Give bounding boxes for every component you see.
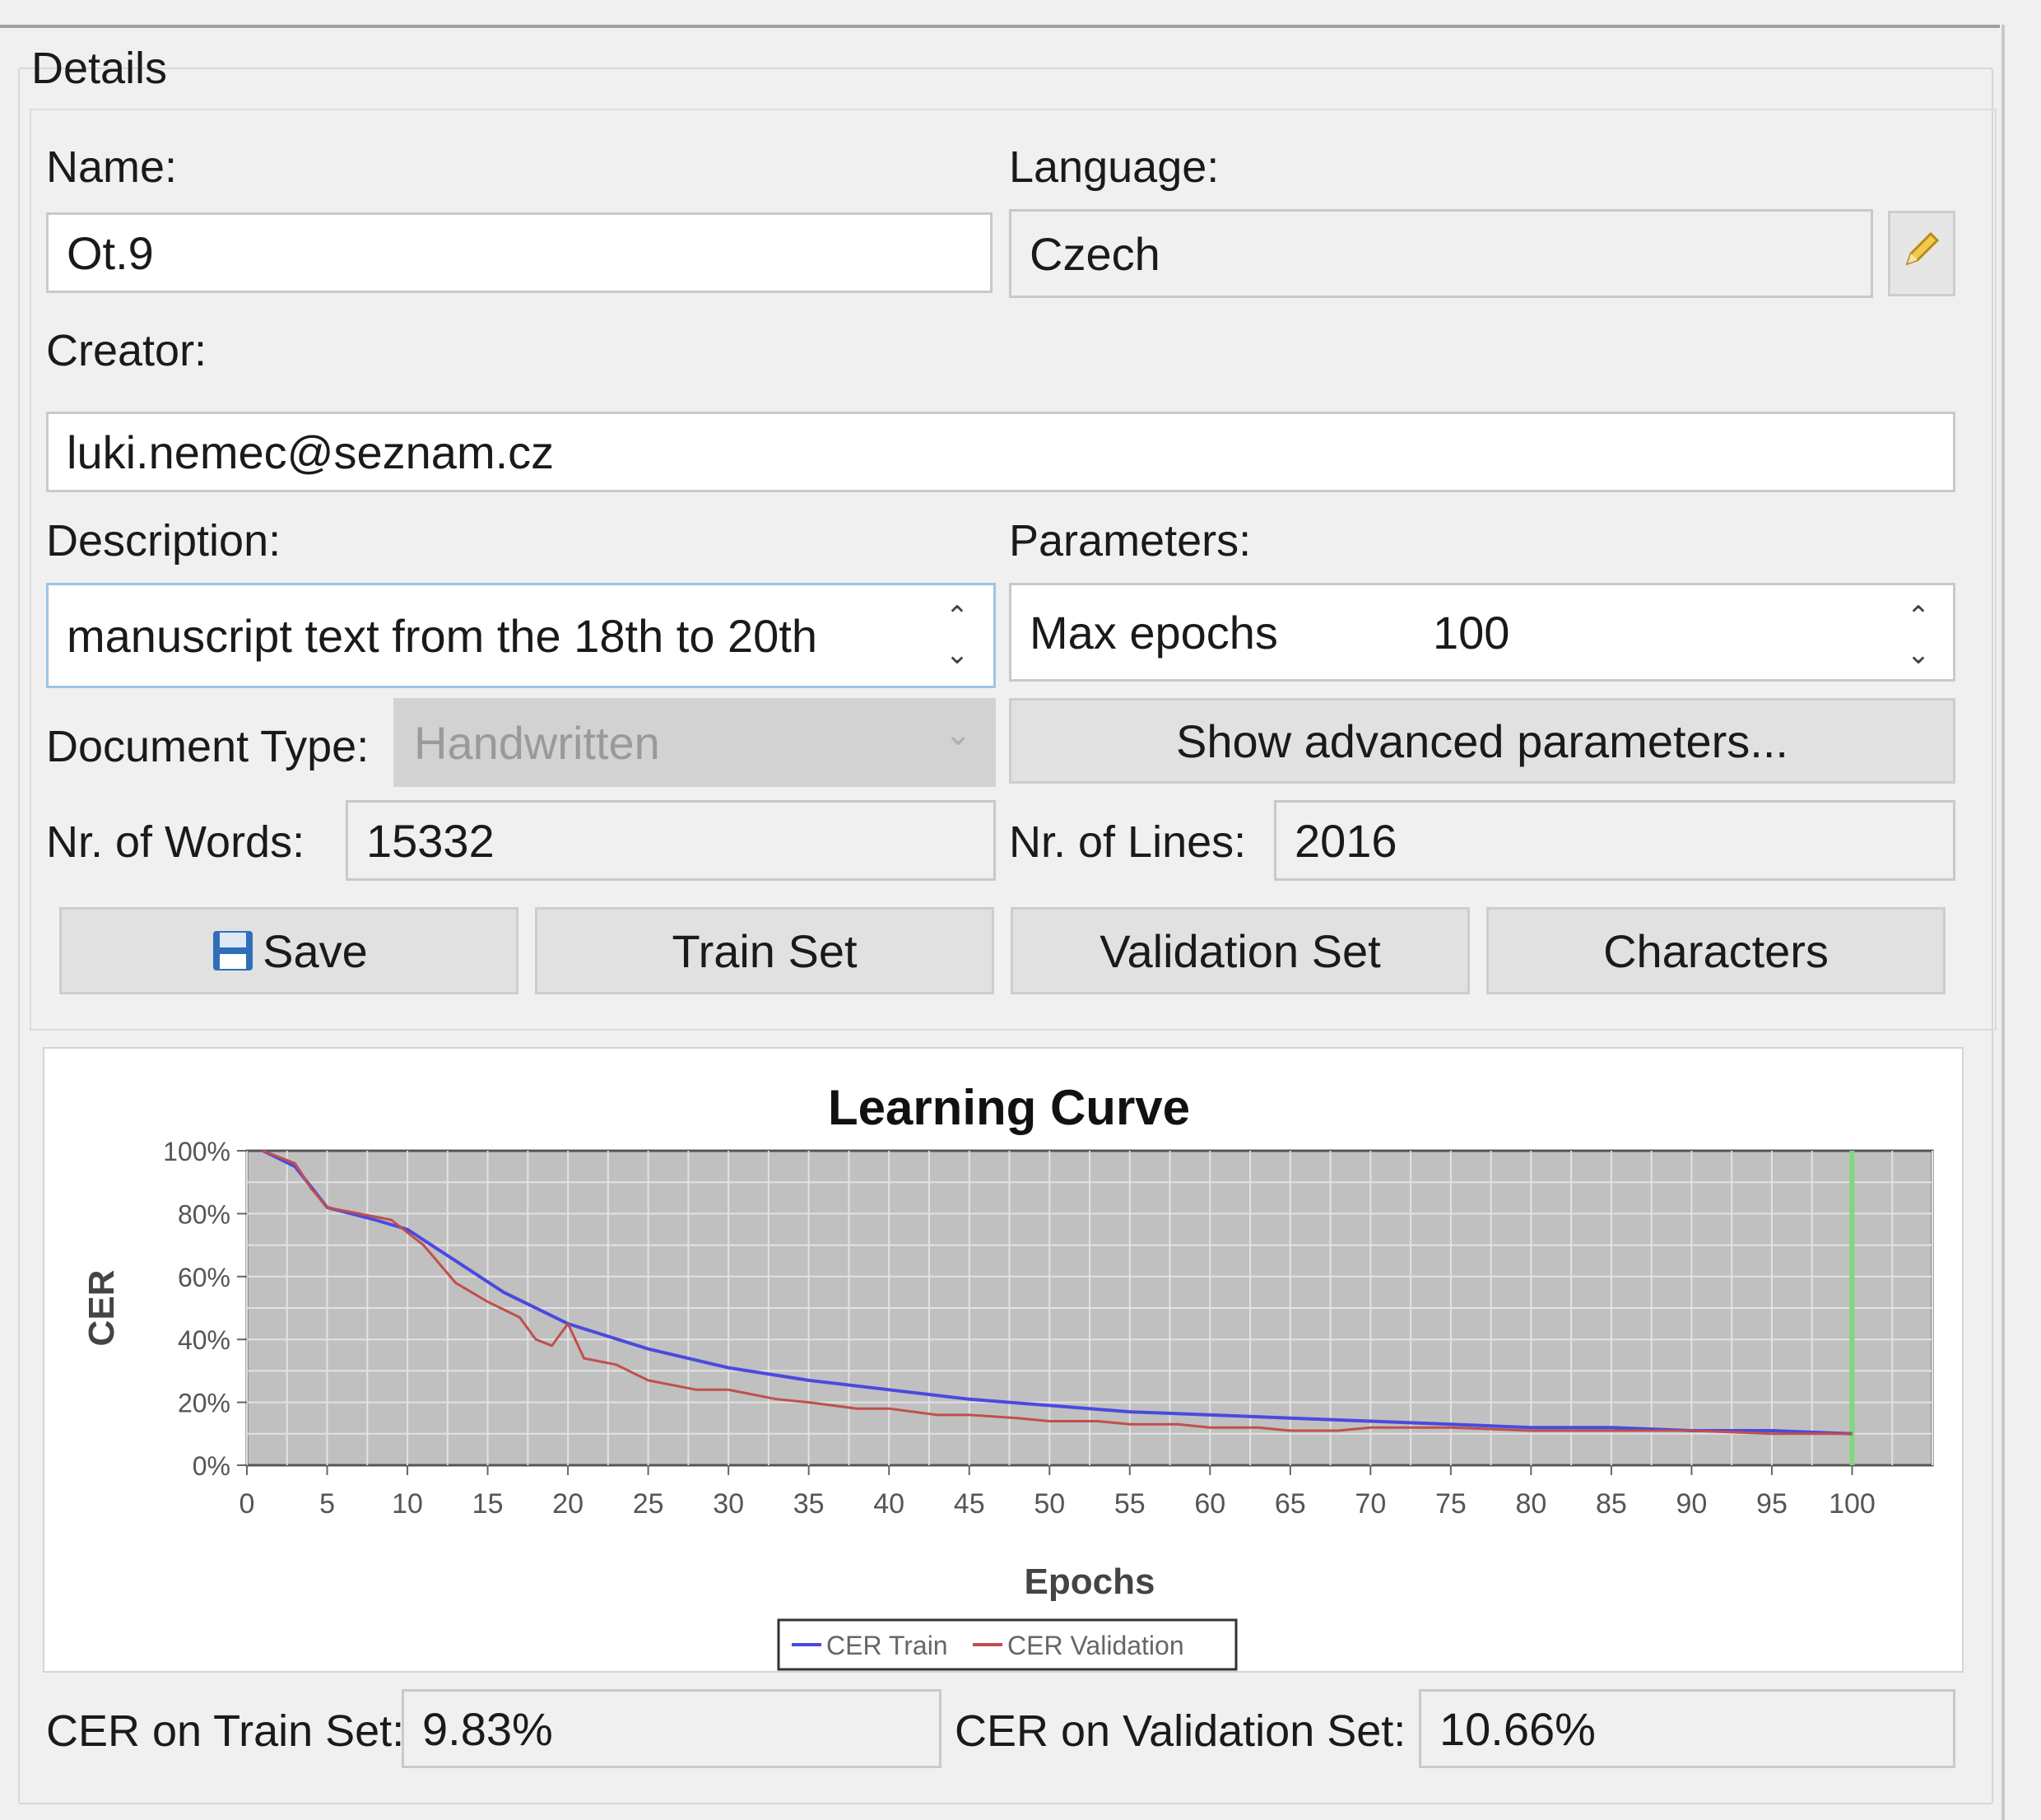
description-scroll-arrows[interactable]: ⌃ ⌄ [928, 594, 986, 677]
x-tick-label: 10 [392, 1488, 423, 1520]
x-tick-label: 15 [472, 1488, 504, 1520]
save-button-label: Save [263, 924, 368, 977]
validation-set-button[interactable]: Validation Set [1011, 907, 1470, 994]
learning-curve-chart: Learning Curve 0 5 10 15 20 25 30 35 40 45 50 55 60 65… [81, 1080, 1934, 1671]
param-name-cell: Max epochs [1030, 606, 1278, 659]
parameters-table[interactable]: Max epochs 100 [1009, 583, 1955, 682]
document-type-label: Document Type: [46, 722, 370, 771]
show-advanced-parameters-button[interactable]: Show advanced parameters... [1009, 698, 1955, 784]
words-count-label: Nr. of Words: [46, 817, 305, 867]
document-type-select: Handwritten ⌄ [393, 698, 996, 787]
x-tick-label: 95 [1756, 1488, 1788, 1520]
chevron-down-icon[interactable]: ⌄ [946, 635, 969, 673]
x-tick-label: 65 [1275, 1488, 1306, 1520]
y-axis-title: CER [81, 1270, 122, 1347]
y-tick-label: 40% [178, 1325, 230, 1355]
legend-label-validation: CER Validation [1007, 1631, 1184, 1660]
document-type-value: Handwritten [414, 716, 660, 769]
pencil-icon [1901, 227, 1942, 281]
legend-label-train: CER Train [826, 1631, 948, 1660]
x-tick-label: 80 [1515, 1488, 1546, 1520]
lines-count-field: 2016 [1274, 800, 1955, 881]
window-edge-top [0, 25, 2000, 28]
x-tick-label: 45 [954, 1488, 985, 1520]
creator-field[interactable]: luki.nemec@seznam.cz [46, 412, 1955, 492]
x-tick-label: 5 [319, 1488, 335, 1520]
parameters-label: Parameters: [1009, 516, 1252, 566]
name-label: Name: [46, 142, 178, 192]
x-tick-label: 0 [239, 1488, 255, 1520]
words-count-field: 15332 [346, 800, 996, 881]
x-tick-label: 55 [1114, 1488, 1146, 1520]
train-set-button[interactable]: Train Set [535, 907, 994, 994]
lines-count-label: Nr. of Lines: [1009, 817, 1247, 867]
x-tick-label: 70 [1355, 1488, 1386, 1520]
creator-label: Creator: [46, 326, 207, 375]
y-tick-label: 0% [193, 1451, 230, 1481]
x-tick-label: 60 [1194, 1488, 1225, 1520]
chevron-up-icon[interactable]: ⌃ [1907, 598, 1931, 635]
description-textarea[interactable]: manuscript text from the 18th to 20th [46, 583, 996, 688]
x-tick-label: 90 [1676, 1488, 1708, 1520]
chevron-down-icon[interactable]: ⌄ [1907, 635, 1931, 673]
y-tick-label: 100% [163, 1137, 230, 1166]
language-field: Czech [1009, 209, 1873, 298]
edit-language-button[interactable] [1888, 211, 1955, 296]
cer-validation-label: CER on Validation Set: [955, 1706, 1406, 1756]
param-value-cell[interactable]: 100 [1433, 606, 1509, 659]
x-tick-label: 100 [1829, 1488, 1876, 1520]
save-button[interactable]: Save [59, 907, 518, 994]
cer-train-field: 9.83% [402, 1689, 941, 1768]
x-tick-label: 30 [713, 1488, 744, 1520]
y-tick-label: 60% [178, 1263, 230, 1292]
chevron-up-icon[interactable]: ⌃ [946, 598, 969, 635]
x-tick-label: 35 [793, 1488, 825, 1520]
y-tick-label: 20% [178, 1389, 230, 1418]
x-tick-label: 20 [552, 1488, 583, 1520]
x-tick-label: 85 [1596, 1488, 1627, 1520]
x-axis-title: Epochs [1025, 1562, 1155, 1602]
x-tick-label: 75 [1435, 1488, 1467, 1520]
name-field[interactable]: Ot.9 [46, 212, 993, 293]
description-label: Description: [46, 516, 281, 566]
x-tick-label: 25 [633, 1488, 664, 1520]
window-edge-right [2001, 25, 2005, 1820]
characters-button[interactable]: Characters [1486, 907, 1946, 994]
details-group-title: Details [31, 44, 168, 93]
parameters-scroll-arrows[interactable]: ⌃ ⌄ [1890, 594, 1947, 677]
y-tick-label: 80% [178, 1199, 230, 1229]
x-tick-label: 40 [873, 1488, 904, 1520]
language-label: Language: [1009, 142, 1220, 192]
x-tick-label: 50 [1034, 1488, 1065, 1520]
chevron-down-icon: ⌄ [944, 716, 972, 752]
cer-train-label: CER on Train Set: [46, 1706, 405, 1756]
chart-title: Learning Curve [828, 1080, 1190, 1135]
floppy-disk-icon [210, 928, 256, 974]
cer-validation-field: 10.66% [1419, 1689, 1955, 1768]
learning-curve-panel: Learning Curve 0 5 10 15 20 25 30 35 40 45 50 55 60 65… [43, 1047, 1964, 1673]
